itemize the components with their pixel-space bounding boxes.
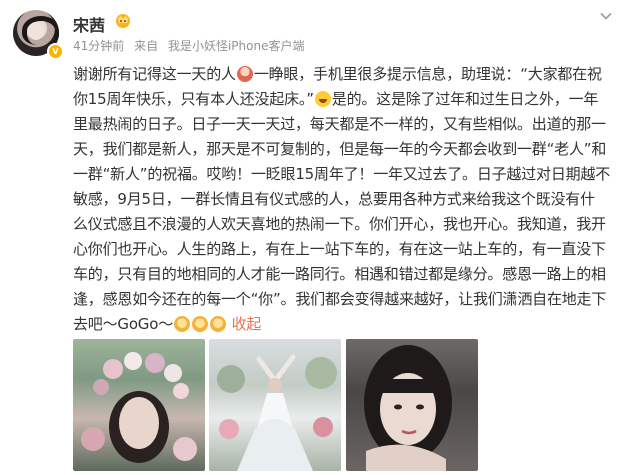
collapse-link[interactable]: 收起	[232, 315, 262, 333]
post-line-last: 去吧～GoGo～ 收起	[73, 315, 262, 333]
post-time[interactable]: 41分钟前	[73, 39, 124, 53]
post-line: 里最热闹的日子。日子一天一天过，每天都是不一样的，又有些相似。出道的那一	[73, 115, 606, 133]
post-line: 谢谢所有记得这一天的人 一睁眼，手机里很多提示信息，助理说：“大家都在祝	[73, 65, 602, 83]
post-line: 天，我们都是新人，那天是不可复制的，但是每一年的今天都会收到一群“老人”和	[73, 140, 607, 158]
photo-white-dress[interactable]	[209, 339, 341, 471]
post-line: 逢，感恩如今还在的每一个“你”。我们都会变得越来越好，让我们潇洒自在地走下	[73, 290, 607, 308]
weibo-post-card: V 宋茜 41分钟前 来自 我是小妖怪iPhone客户端 谢谢所有记得这一天的人…	[0, 0, 625, 475]
v-badge-icon: V	[47, 43, 64, 60]
source-prefix: 来自	[134, 39, 159, 53]
photo-white-dress-art	[217, 354, 337, 471]
post-line: 你15周年快乐，只有本人还没起床。” 是的。这是除了过年和过生日之外，一年	[73, 90, 599, 108]
photo-flower-crown-art	[81, 352, 197, 463]
photo-flower-crown[interactable]	[73, 339, 205, 471]
post-line: 敏感，9月5日，一群长情且有仪式感的人，总要用各种方式来给我这个既没有什	[73, 190, 595, 208]
vip-crown-icon	[116, 14, 130, 28]
doll-emoji-icon	[236, 66, 253, 82]
post-line: 一群“新人”的祝福。哎哟！一眨眼15周年了！一年又过去了。日子越过对日期越不	[73, 165, 611, 183]
cheer-emoji-icon	[174, 316, 191, 332]
cheer-emoji-icon	[192, 316, 209, 332]
post-body: 谢谢所有记得这一天的人 一睁眼，手机里很多提示信息，助理说：“大家都在祝 你15周…	[73, 62, 613, 337]
laugh-emoji-icon	[314, 91, 331, 107]
post-source[interactable]: 我是小妖怪iPhone客户端	[168, 39, 305, 53]
avatar-face	[28, 22, 44, 40]
post-line: 么仪式感且不浪漫的人欢天喜地的热闹一下。你们开心，我也开心。我知道，我开	[73, 215, 606, 233]
post-line: 心你们也开心。人生的路上，有在上一站下车的，有在这一站上车的，有一直没下	[73, 240, 606, 258]
cheer-emoji-icon	[210, 316, 227, 332]
chevron-down-icon[interactable]	[599, 9, 613, 23]
post-line: 车的，只有目的地相同的人才能一路同行。相遇和错过都是缘分。感恩一路上的相	[73, 265, 606, 283]
post-meta: 41分钟前 来自 我是小妖怪iPhone客户端	[73, 37, 310, 54]
photo-portrait[interactable]	[346, 339, 478, 471]
photo-portrait-art	[364, 345, 452, 471]
author-name[interactable]: 宋茜	[73, 12, 105, 36]
